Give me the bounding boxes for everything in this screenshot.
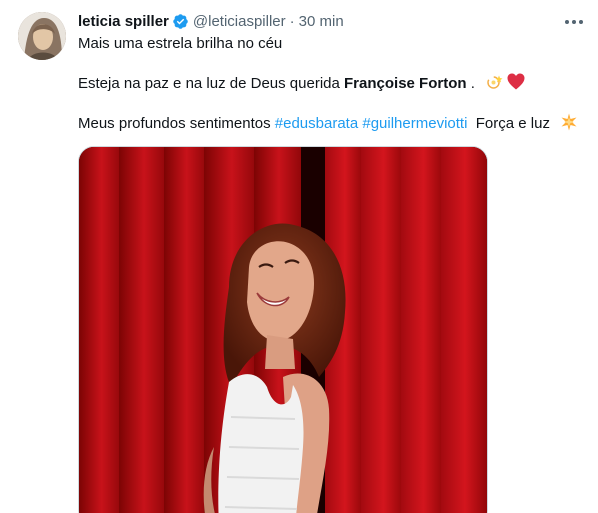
tweet-photo[interactable] bbox=[78, 146, 488, 513]
tweet-text-line-1: Mais uma estrela brilha no céu bbox=[78, 35, 283, 52]
photo-image bbox=[79, 147, 487, 513]
user-handle[interactable]: @leticiaspiller bbox=[193, 13, 286, 30]
text-segment: Esteja na paz e na luz de Deus querida bbox=[78, 75, 345, 92]
tweet[interactable]: leticia spiller @leticiaspiller · 30 min… bbox=[0, 0, 598, 513]
hashtag-link[interactable]: #guilhermeviotti bbox=[362, 115, 467, 132]
verified-badge-icon bbox=[173, 13, 188, 29]
bold-name: Françoise Forton bbox=[344, 75, 467, 92]
separator-dot: · bbox=[289, 12, 295, 30]
tweet-text-line-3: Meus profundos sentimentos #edusbarata #… bbox=[78, 113, 578, 134]
timestamp[interactable]: 30 min bbox=[299, 13, 344, 30]
display-name[interactable]: leticia spiller bbox=[78, 13, 169, 30]
tweet-text-line-2: Esteja na paz e na luz de Deus querida F… bbox=[78, 73, 525, 94]
text-segment: Meus profundos sentimentos bbox=[78, 115, 275, 132]
tweet-header: leticia spiller @leticiaspiller · 30 min bbox=[78, 11, 344, 31]
avatar[interactable] bbox=[18, 12, 66, 60]
hashtag-link[interactable]: #edusbarata bbox=[275, 115, 358, 132]
text-segment: . bbox=[466, 75, 475, 92]
text-segment: Força e luz bbox=[467, 115, 550, 132]
dizzy-emoji-icon bbox=[487, 75, 503, 89]
more-options-icon[interactable] bbox=[562, 10, 586, 34]
glowing-star-emoji-icon bbox=[561, 113, 577, 131]
red-heart-emoji-icon bbox=[507, 73, 525, 90]
